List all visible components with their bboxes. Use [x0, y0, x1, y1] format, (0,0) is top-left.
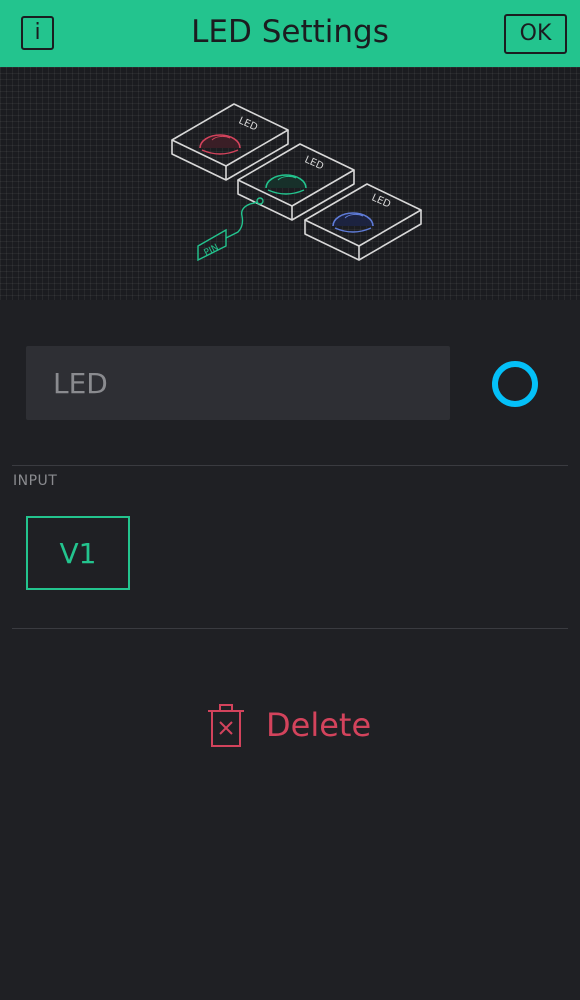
delete-button[interactable]: Delete: [206, 700, 371, 750]
led-illustration: LED LED LED PIN: [171, 103, 422, 262]
page-title: LED Settings: [191, 14, 389, 50]
led-label-green: LED: [303, 154, 326, 172]
color-picker-button[interactable]: [492, 361, 538, 407]
widget-name-input[interactable]: LED: [26, 346, 450, 420]
header-bar: i LED Settings OK: [0, 0, 580, 67]
delete-label: Delete: [266, 706, 372, 744]
widget-preview-illustration: LED LED LED PIN: [0, 67, 580, 300]
input-section-label: INPUT: [13, 473, 58, 489]
input-pin-selector[interactable]: V1: [26, 516, 130, 590]
pin-label: PIN: [203, 243, 221, 259]
trash-icon: [208, 704, 244, 747]
led-label-red: LED: [237, 115, 260, 133]
divider: [12, 628, 568, 629]
divider: [12, 465, 568, 466]
ok-button[interactable]: OK: [504, 14, 567, 54]
